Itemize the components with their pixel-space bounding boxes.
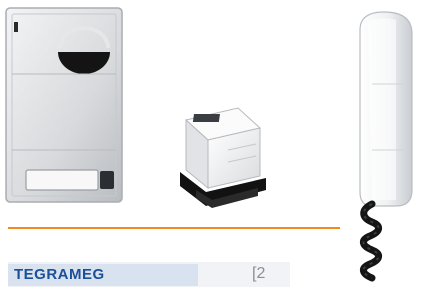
terminal-block-icon <box>192 114 220 122</box>
name-tag <box>25 169 99 191</box>
door-entry-panel <box>5 7 123 203</box>
brand-number: [2 <box>252 265 266 282</box>
intercom-handset <box>359 11 413 282</box>
power-supply-unit <box>180 107 266 208</box>
brand-logo-text: TEGRAMEG <box>14 266 105 283</box>
status-led-icon <box>14 22 18 32</box>
call-button <box>100 171 114 189</box>
product-illustration <box>5 7 413 282</box>
brand-strip: TEGRAMEG [2 <box>8 262 290 287</box>
product-photo: TEGRAMEG [2 <box>0 0 424 287</box>
coiled-cord-icon <box>360 200 382 282</box>
